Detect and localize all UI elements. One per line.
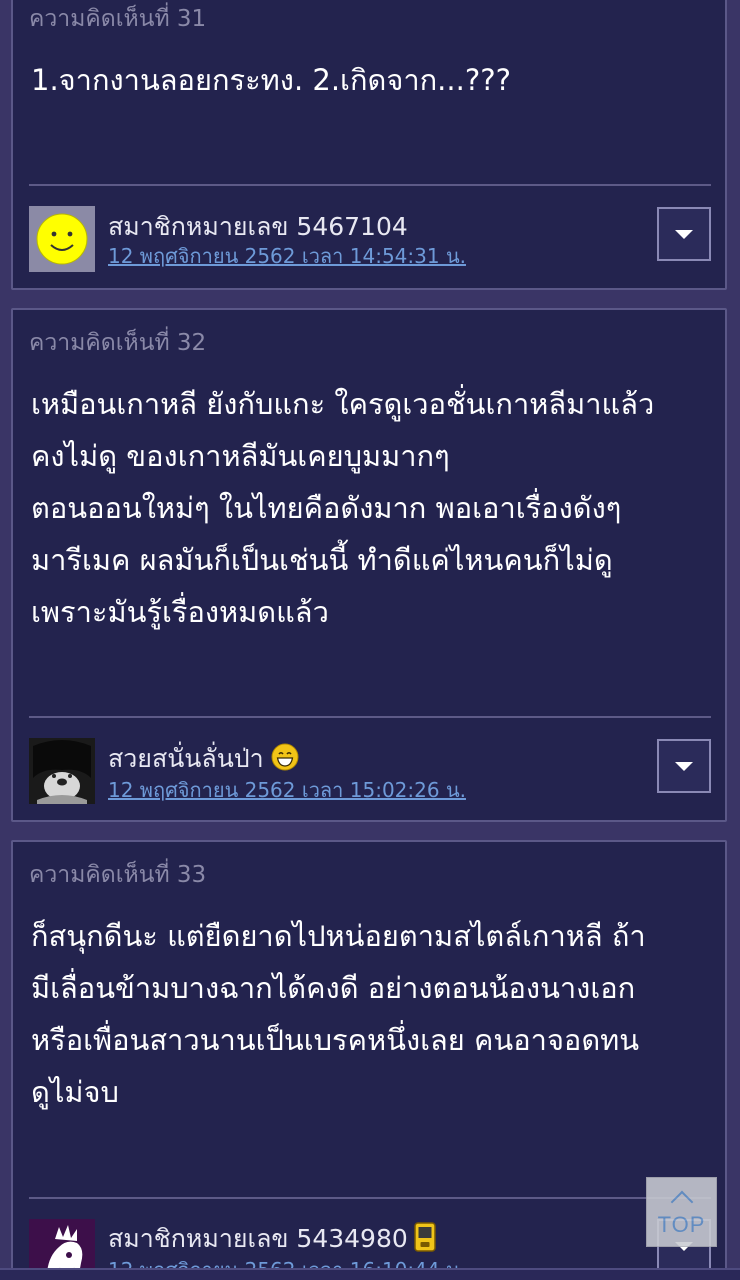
comment-line: เหมือนเกาหลี ยังกับแกะ ใครดูเวอชั่นเกาหล…	[31, 387, 655, 421]
mobile-phone-icon	[414, 1222, 436, 1258]
divider	[29, 716, 711, 718]
comment-title: ความคิดเห็นที่ 32	[29, 330, 207, 356]
user-name-text[interactable]: สมาชิกหมายเลข 5467104	[108, 212, 408, 241]
comment-title: ความคิดเห็นที่ 31	[29, 6, 207, 32]
comment-body: 1.จากงานลอยกระทง. 2.เกิดจาก...???	[31, 54, 711, 106]
chevron-down-icon	[675, 761, 693, 771]
grin-emoji-icon	[270, 742, 300, 778]
dog-photo	[29, 738, 95, 804]
comment-card-32: ความคิดเห็นที่ 32 เหมือนเกาหลี ยังกับแกะ…	[11, 308, 727, 822]
comment-menu-button[interactable]	[657, 739, 711, 793]
bottom-toolbar-edge	[0, 1268, 740, 1280]
avatar[interactable]	[29, 738, 95, 804]
avatar[interactable]	[29, 206, 95, 272]
user-name-text[interactable]: สมาชิกหมายเลข 5434980	[108, 1224, 408, 1253]
comment-line: 1.จากงานลอยกระทง. 2.เกิดจาก...???	[31, 63, 512, 97]
comment-date-link[interactable]: 12 พฤศจิกายน 2562 เวลา 15:02:26 น.	[108, 774, 466, 806]
comment-line: เพราะมันรู้เรื่องหมดแล้ว	[31, 595, 329, 629]
scroll-to-top-label: TOP	[657, 1212, 706, 1237]
smiley-icon	[29, 206, 95, 272]
user-name-text[interactable]: สวยสนั่นลั่นป่า	[108, 744, 264, 773]
comment-card-33: ความคิดเห็นที่ 33 ก็สนุกดีนะ แต่ยืดยาดไป…	[11, 840, 727, 1280]
comment-line: ก็สนุกดีนะ แต่ยืดยาดไปหน่อยตามสไตล์เกาหล…	[31, 919, 646, 953]
comment-line: มีเลื่อนข้ามบางฉากได้คงดี อย่างตอนน้องนา…	[31, 971, 636, 1005]
comment-card-31: ความคิดเห็นที่ 31 1.จากงานลอยกระทง. 2.เก…	[11, 0, 727, 290]
divider	[29, 1197, 711, 1199]
chevron-up-icon	[670, 1190, 693, 1214]
comments-page: ความคิดเห็นที่ 31 1.จากงานลอยกระทง. 2.เก…	[0, 0, 740, 1280]
chevron-down-icon	[675, 229, 693, 239]
comment-title: ความคิดเห็นที่ 33	[29, 862, 207, 888]
comment-line: มารีเมค ผลมันก็เป็นเช่นนี้ ทำดีแค่ไหนคนก…	[31, 543, 613, 577]
comment-menu-button[interactable]	[657, 207, 711, 261]
comment-date-link[interactable]: 12 พฤศจิกายน 2562 เวลา 14:54:31 น.	[108, 240, 466, 272]
user-name[interactable]: สมาชิกหมายเลข 5434980	[108, 1219, 436, 1259]
comment-line: หรือเพื่อนสาวนานเป็นเบรคหนึ่งเลย คนอาจอด…	[31, 1023, 640, 1057]
comment-line: ตอนออนใหม่ๆ ในไทยคือดังมาก พอเอาเรื่องดั…	[31, 491, 622, 525]
comment-line: คงไม่ดู ของเกาหลีมันเคยบูมมากๆ	[31, 439, 450, 473]
comment-line: ดูไม่จบ	[31, 1075, 119, 1109]
scroll-to-top-button[interactable]: TOP	[646, 1177, 717, 1247]
divider	[29, 184, 711, 186]
comment-body: ก็สนุกดีนะ แต่ยืดยาดไปหน่อยตามสไตล์เกาหล…	[31, 910, 711, 1118]
user-name[interactable]: สวยสนั่นลั่นป่า	[108, 739, 300, 779]
comment-body: เหมือนเกาหลี ยังกับแกะ ใครดูเวอชั่นเกาหล…	[31, 378, 711, 638]
